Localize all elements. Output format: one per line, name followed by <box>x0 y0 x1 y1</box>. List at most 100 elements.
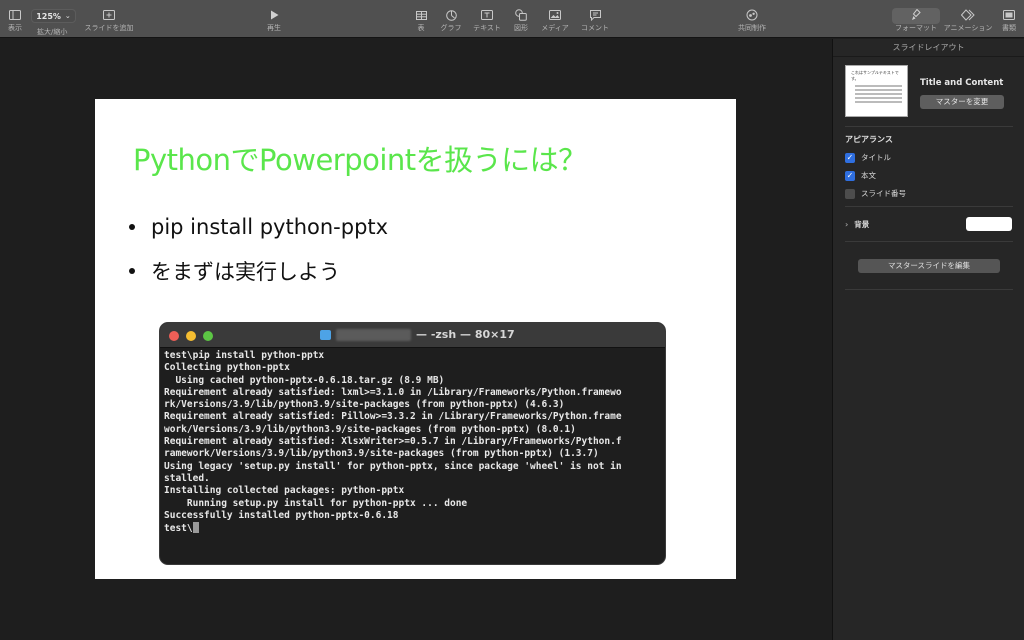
terminal-line: rk/Versions/3.9/lib/python3.9/site-packa… <box>164 399 565 411</box>
table-button[interactable]: 表 <box>412 0 430 38</box>
thumbnail-line <box>855 85 902 87</box>
background-label: 背景 <box>854 220 870 229</box>
shape-label: 図形 <box>514 24 528 32</box>
collaborate-label: 共同制作 <box>738 24 766 32</box>
folder-icon <box>320 329 331 340</box>
collaborate-icon <box>746 0 758 24</box>
add-slide-icon <box>103 0 115 24</box>
slide-canvas[interactable]: PythonでPowerpointを扱うには？ pip install pyth… <box>0 39 832 640</box>
bullet-text: をまずは実行しよう <box>151 260 340 284</box>
terminal-line: ramework/Versions/3.9/lib/python3.9/site… <box>164 448 599 460</box>
table-label: 表 <box>417 24 425 32</box>
sidebar-icon <box>9 0 21 24</box>
body-checkbox[interactable]: ✓ <box>845 170 855 181</box>
chevron-right-icon: › <box>845 220 849 229</box>
add-slide-label: スライドを追加 <box>84 24 134 32</box>
shape-button[interactable]: 図形 <box>510 0 532 38</box>
media-icon <box>549 0 561 24</box>
keynote-window: 表示 125% ⌄ 拡大/縮小 スライドを追加 再生 表 グラフ テキスト 図形… <box>0 0 1024 640</box>
appearance-label: アピアランス <box>845 135 893 144</box>
zoom-label: 拡大/縮小 <box>37 28 68 36</box>
thumbnail-title: これはサンプルテキストです。 <box>851 70 899 81</box>
terminal-line: test\pip install python-pptx <box>164 350 325 361</box>
view-button[interactable]: 表示 <box>2 0 28 38</box>
terminal-screenshot-image[interactable]: — -zsh — 80×17 test\pip install python-p… <box>159 322 666 565</box>
terminal-titlebar: — -zsh — 80×17 <box>160 323 665 348</box>
terminal-line: Successfully installed python-pptx-0.6.1… <box>164 509 399 521</box>
terminal-line: Running setup.py install for python-pptx… <box>164 497 468 509</box>
comment-icon <box>589 0 601 24</box>
comment-button[interactable]: コメント <box>579 0 611 38</box>
slide-number-checkbox[interactable] <box>845 188 855 199</box>
bullet-dot <box>129 224 135 230</box>
chart-label: グラフ <box>440 24 462 32</box>
terminal-line: Collecting python-pptx <box>164 362 290 374</box>
slide-number-checkbox-row[interactable]: スライド番号 <box>845 188 906 199</box>
toolbar: 表示 125% ⌄ 拡大/縮小 スライドを追加 再生 表 グラフ テキスト 図形… <box>0 0 1024 38</box>
divider <box>845 206 1013 207</box>
media-label: メディア <box>541 24 569 32</box>
play-button[interactable]: 再生 <box>262 0 286 38</box>
terminal-line: work/Versions/3.9/lib/python3.9/site-pac… <box>164 423 576 435</box>
body-checkbox-label: 本文 <box>861 171 876 180</box>
cursor-block <box>192 522 199 534</box>
divider <box>845 289 1013 290</box>
play-label: 再生 <box>267 24 281 32</box>
terminal-title-text: — -zsh — 80×17 <box>416 328 515 341</box>
terminal-line: Requirement already satisfied: XlsxWrite… <box>164 436 622 448</box>
minimize-dot-icon <box>186 331 196 341</box>
chart-button[interactable]: グラフ <box>438 0 464 38</box>
background-disclosure[interactable]: › 背景 <box>845 219 869 230</box>
paintbrush-icon <box>911 0 921 24</box>
bullet-text: pip install python-pptx <box>151 215 389 239</box>
animate-label: アニメーション <box>943 24 993 32</box>
format-button[interactable]: フォーマット <box>892 0 940 38</box>
chart-icon <box>445 0 457 24</box>
edit-master-slide-button[interactable]: マスタースライドを編集 <box>858 259 1000 273</box>
zoom-select[interactable]: 125% ⌄ <box>31 9 76 23</box>
title-checkbox-label: タイトル <box>861 153 891 162</box>
bullet-item[interactable]: pip install python-pptx <box>129 215 388 239</box>
thumbnail-line <box>855 89 902 91</box>
media-button[interactable]: メディア <box>539 0 571 38</box>
change-master-button[interactable]: マスターを変更 <box>920 95 1004 109</box>
terminal-line: Requirement already satisfied: Pillow>=3… <box>164 411 622 423</box>
redacted-name <box>336 328 411 341</box>
body-checkbox-row[interactable]: ✓ 本文 <box>845 170 876 181</box>
view-label: 表示 <box>8 24 22 32</box>
terminal-line: Using cached python-pptx-0.6.18.tar.gz (… <box>164 374 445 386</box>
collaborate-button[interactable]: 共同制作 <box>735 0 769 38</box>
animate-button[interactable]: アニメーション <box>942 0 994 38</box>
document-icon <box>1003 0 1015 24</box>
terminal-line: Using legacy 'setup.py install' for pyth… <box>164 460 622 472</box>
document-label: 書類 <box>1002 24 1016 32</box>
comment-label: コメント <box>581 24 609 32</box>
play-icon <box>270 0 279 24</box>
slide-number-checkbox-label: スライド番号 <box>861 189 906 198</box>
layout-name: Title and Content <box>920 78 1004 88</box>
terminal-line: Installing collected packages: python-pp… <box>164 485 405 497</box>
bullet-dot <box>129 268 135 274</box>
slide-title[interactable]: PythonでPowerpointを扱うには？ <box>133 137 587 179</box>
inspector-panel: スライドレイアウト これはサンプルテキストです。 Title and Conte… <box>832 39 1024 640</box>
divider <box>845 241 1013 242</box>
bullet-item[interactable]: をまずは実行しよう <box>129 256 340 286</box>
terminal-title: — -zsh — 80×17 <box>320 328 515 341</box>
text-box-icon <box>481 0 493 24</box>
terminal-output: test\pip install python-pptx Collecting p… <box>160 348 665 537</box>
background-color-well[interactable] <box>966 217 1012 231</box>
divider <box>845 126 1013 127</box>
text-label: テキスト <box>473 24 501 32</box>
document-button[interactable]: 書類 <box>998 0 1020 38</box>
add-slide-button[interactable]: スライドを追加 <box>82 0 136 38</box>
title-checkbox-row[interactable]: ✓ タイトル <box>845 152 891 163</box>
text-button[interactable]: テキスト <box>471 0 503 38</box>
terminal-line: Requirement already satisfied: lxml>=3.1… <box>164 386 622 398</box>
slide[interactable]: PythonでPowerpointを扱うには？ pip install pyth… <box>95 99 736 579</box>
terminal-line: stalled. <box>164 472 210 484</box>
chevron-down-icon: ⌄ <box>64 12 71 20</box>
title-checkbox[interactable]: ✓ <box>845 152 855 163</box>
layout-thumbnail[interactable]: これはサンプルテキストです。 <box>845 65 908 117</box>
maximize-dot-icon <box>203 331 213 341</box>
terminal-line: test\ <box>164 522 661 535</box>
